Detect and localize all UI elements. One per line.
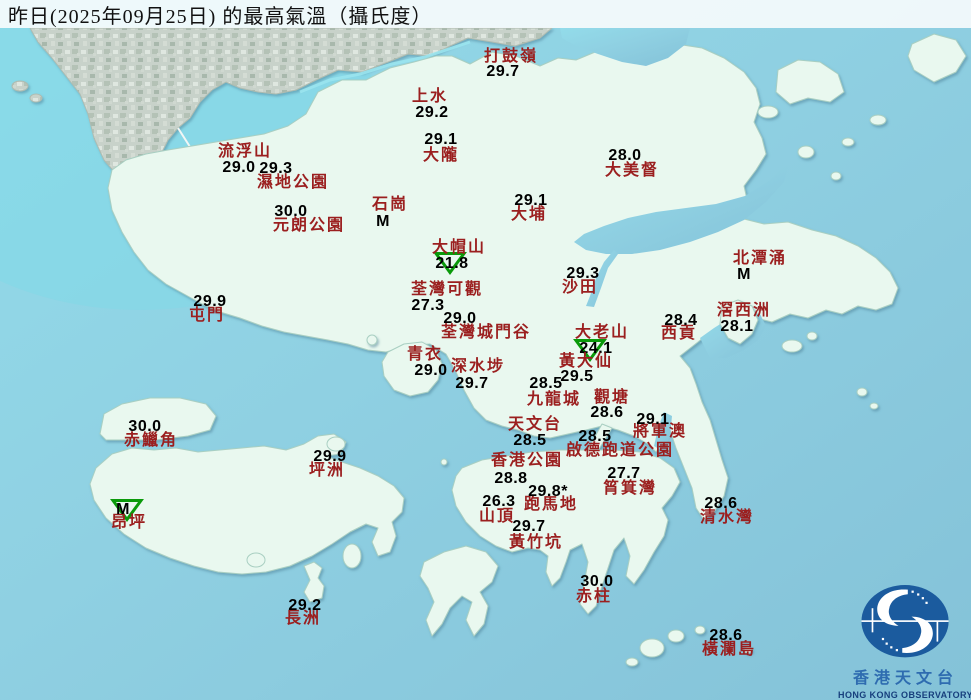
shek-kwu-chau-island xyxy=(247,553,265,567)
waglan-island xyxy=(744,647,752,653)
ninepin-islands xyxy=(857,388,867,396)
ma-wan-island xyxy=(367,335,377,345)
hko-emblem xyxy=(840,560,971,662)
hko-max-temperature-map: 昨日(2025年09月25日) 的最高氣溫（攝氏度） 打鼓嶺29.7上水29.2… xyxy=(0,0,971,700)
hko-logo-english: HONG KONG OBSERVATORY xyxy=(838,690,971,700)
green-island xyxy=(441,459,447,465)
hong-kong-base-map xyxy=(0,0,971,700)
peng-chau-island xyxy=(327,437,345,451)
hei-ling-chau-island xyxy=(343,544,361,568)
hko-logo: 香港天文台 HONG KONG OBSERVATORY xyxy=(840,560,971,700)
po-toi-islands xyxy=(640,639,664,657)
map-title: 昨日(2025年09月25日) 的最高氣溫（攝氏度） xyxy=(0,0,971,28)
tap-mun-island xyxy=(798,146,814,158)
hko-logo-chinese: 香港天文台 xyxy=(853,664,958,688)
